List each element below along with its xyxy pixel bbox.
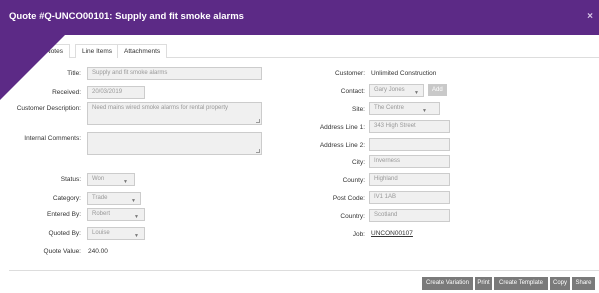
job-link[interactable]: UNCON00107 (371, 230, 413, 237)
address-line-2-input[interactable] (369, 138, 450, 151)
post-code-input[interactable]: IV1 1AB (369, 191, 450, 204)
received-input[interactable]: 20/03/2019 (87, 86, 145, 99)
address-line-1-input[interactable]: 343 High Street (369, 120, 450, 133)
tab-line-items-label: Line Items (82, 48, 112, 55)
quoted-by-label: Quoted By: (48, 230, 81, 237)
tab-attachments-label: Attachments (124, 48, 161, 55)
resize-handle-icon[interactable] (256, 149, 260, 153)
received-label: Received: (52, 89, 81, 96)
quoted-by-value: Louise (92, 230, 110, 236)
site-label: Site: (351, 106, 365, 113)
county-input[interactable]: Highland (369, 173, 450, 186)
print-button[interactable]: Print (475, 277, 492, 290)
customer-value: Unlimited Construction (371, 70, 437, 77)
internal-comments-label: Internal Comments: (24, 135, 81, 142)
footer-divider (9, 270, 599, 271)
contact-value: Gary Jones (374, 87, 405, 93)
chevron-down-icon: ▼ (123, 179, 128, 185)
site-value: The Centre (374, 105, 405, 111)
city-input[interactable]: Inverness (369, 155, 450, 168)
chevron-down-icon: ▼ (134, 214, 139, 220)
post-code-label: Post Code: (332, 195, 365, 202)
status-select[interactable]: Won ▼ (87, 173, 135, 186)
address-line-2-label: Address Line 2: (319, 142, 365, 149)
chevron-down-icon: ▼ (134, 233, 139, 239)
window-title: Quote #Q-UNCO00101: Supply and fit smoke… (9, 11, 244, 22)
entered-by-label: Entered By: (47, 211, 81, 218)
create-template-button[interactable]: Create Template (494, 277, 548, 290)
internal-comments-textarea[interactable] (87, 132, 262, 155)
close-icon[interactable]: × (587, 11, 593, 22)
chevron-down-icon: ▼ (422, 108, 427, 114)
entered-by-value: Robert (92, 211, 111, 217)
chevron-down-icon: ▼ (131, 198, 136, 204)
add-contact-button[interactable]: Add (428, 84, 447, 96)
title-label: Title: (67, 70, 81, 77)
quote-value: 240.00 (88, 248, 108, 255)
category-value: Trade (92, 195, 108, 201)
customer-label: Customer: (335, 70, 365, 77)
status-label: Status: (60, 176, 81, 183)
share-button[interactable]: Share (572, 277, 595, 290)
customer-description-textarea[interactable]: Need mains wired smoke alarms for rental… (87, 102, 262, 125)
status-value: Won (92, 176, 105, 182)
entered-by-select[interactable]: Robert ▼ (87, 208, 145, 221)
site-select[interactable]: The Centre ▼ (369, 102, 440, 115)
customer-description-text: Need mains wired smoke alarms for rental… (92, 105, 229, 111)
chevron-down-icon: ▼ (414, 90, 419, 96)
city-label: City: (352, 159, 365, 166)
job-label: Job: (352, 231, 365, 238)
address-line-1-label: Address Line 1: (319, 124, 365, 131)
country-label: Country: (340, 213, 365, 220)
county-label: County: (342, 177, 365, 184)
title-input[interactable]: Supply and fit smoke alarms (87, 67, 262, 80)
quoted-by-select[interactable]: Louise ▼ (87, 227, 145, 240)
customer-description-label: Customer Description: (16, 105, 81, 112)
create-variation-button[interactable]: Create Variation (422, 277, 473, 290)
category-label: Category: (52, 195, 81, 202)
country-input[interactable]: Scotland (369, 209, 450, 222)
quote-value-label: Quote Value: (43, 248, 81, 255)
contact-select[interactable]: Gary Jones ▼ (369, 84, 424, 97)
copy-button[interactable]: Copy (550, 277, 570, 290)
window-header: Quote #Q-UNCO00101: Supply and fit smoke… (0, 0, 599, 35)
contact-label: Contact: (340, 88, 365, 95)
tab-line-items[interactable]: Line Items (75, 44, 119, 58)
resize-handle-icon[interactable] (256, 119, 260, 123)
tab-bar: Details Notes Line Items Attachments (0, 44, 599, 58)
category-select[interactable]: Trade ▼ (87, 192, 141, 205)
tab-attachments[interactable]: Attachments (117, 44, 168, 58)
